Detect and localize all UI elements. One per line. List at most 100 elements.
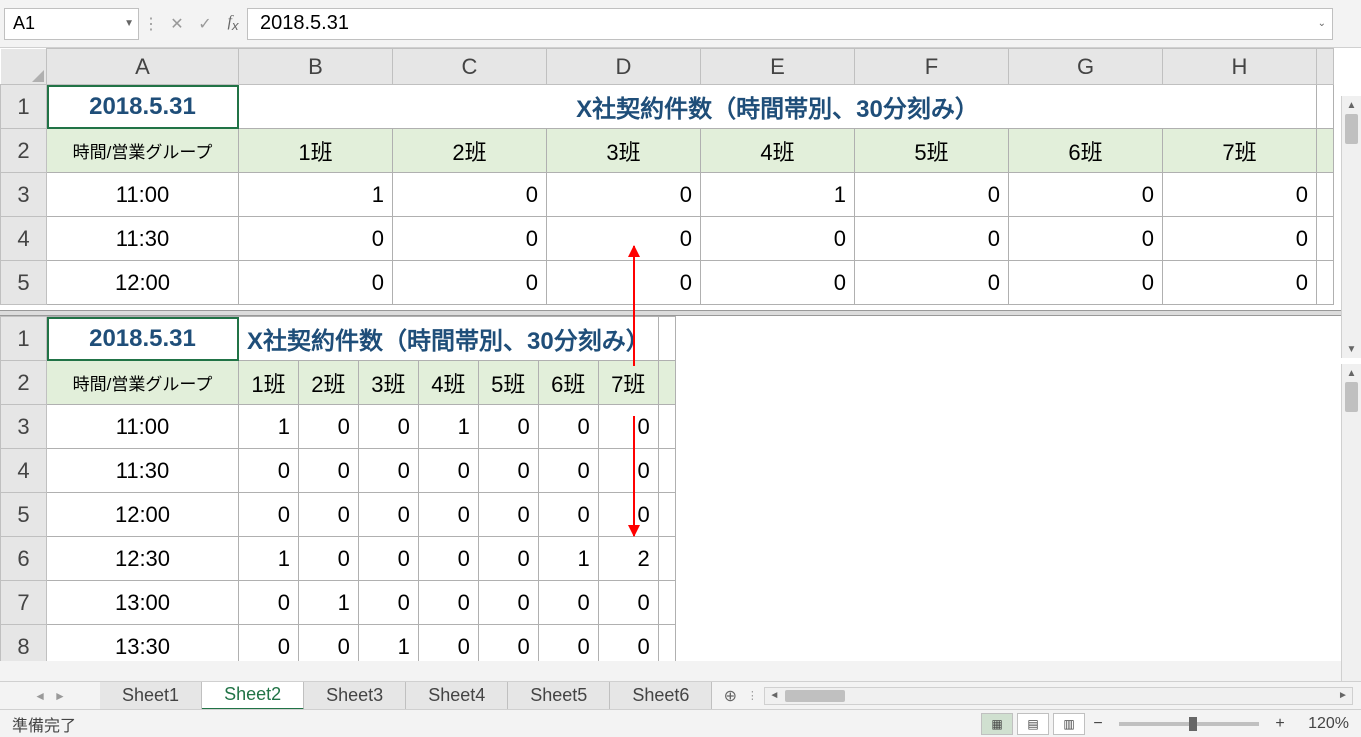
column-header[interactable]: H <box>1163 49 1317 85</box>
column-label-cell[interactable]: 4班 <box>418 361 478 405</box>
column-label-cell[interactable]: 6班 <box>538 361 598 405</box>
cell[interactable] <box>1317 217 1334 261</box>
cell[interactable] <box>658 361 675 405</box>
grid-pane-top[interactable]: ABCDEFGH12018.5.31X社契約件数（時間帯別、30分刻み）2時間/… <box>0 48 1361 310</box>
cell[interactable] <box>658 493 675 537</box>
column-label-cell[interactable]: 1班 <box>239 361 299 405</box>
data-cell[interactable]: 0 <box>358 581 418 625</box>
scroll-thumb[interactable] <box>785 690 845 702</box>
data-cell[interactable]: 0 <box>1163 173 1317 217</box>
column-label-cell[interactable]: 時間/営業グループ <box>47 129 239 173</box>
scroll-up-icon[interactable]: ▲ <box>1342 364 1361 382</box>
data-cell[interactable]: 0 <box>547 261 701 305</box>
column-label-cell[interactable]: 5班 <box>478 361 538 405</box>
sheet-tab[interactable]: Sheet4 <box>406 682 508 710</box>
data-cell[interactable]: 0 <box>1009 261 1163 305</box>
row-header[interactable]: 5 <box>1 493 47 537</box>
zoom-handle[interactable] <box>1189 717 1197 731</box>
column-label-cell[interactable]: 4班 <box>701 129 855 173</box>
data-cell[interactable]: 1 <box>298 581 358 625</box>
zoom-out-button[interactable]: − <box>1089 715 1107 733</box>
zoom-in-button[interactable]: + <box>1271 715 1289 733</box>
data-cell[interactable]: 0 <box>298 405 358 449</box>
column-label-cell[interactable]: 3班 <box>547 129 701 173</box>
data-cell[interactable]: 0 <box>701 217 855 261</box>
scroll-down-icon[interactable]: ▼ <box>1342 340 1361 358</box>
time-cell[interactable]: 13:00 <box>47 581 239 625</box>
column-label-cell[interactable]: 7班 <box>598 361 658 405</box>
data-cell[interactable]: 0 <box>478 581 538 625</box>
sheet-tab[interactable]: Sheet2 <box>202 682 304 710</box>
data-cell[interactable]: 1 <box>239 537 299 581</box>
data-cell[interactable]: 0 <box>239 581 299 625</box>
confirm-icon[interactable]: ✓ <box>191 10 219 38</box>
row-header[interactable]: 5 <box>1 261 47 305</box>
column-header[interactable] <box>1317 49 1334 85</box>
view-normal-button[interactable]: ▦ <box>981 713 1013 735</box>
chevron-down-icon[interactable]: ▼ <box>124 18 134 29</box>
data-cell[interactable]: 0 <box>538 405 598 449</box>
data-cell[interactable]: 1 <box>239 405 299 449</box>
time-cell[interactable]: 12:30 <box>47 537 239 581</box>
view-page-break-button[interactable]: ▥ <box>1053 713 1085 735</box>
data-cell[interactable]: 0 <box>598 405 658 449</box>
cell[interactable] <box>1317 261 1334 305</box>
sheet-tab[interactable]: Sheet1 <box>100 682 202 710</box>
cell[interactable] <box>658 625 675 662</box>
data-cell[interactable]: 0 <box>239 493 299 537</box>
tab-prev-icon[interactable]: ◄ <box>34 689 46 703</box>
time-cell[interactable]: 13:30 <box>47 625 239 662</box>
column-header[interactable]: G <box>1009 49 1163 85</box>
data-cell[interactable]: 0 <box>538 449 598 493</box>
data-cell[interactable]: 0 <box>478 405 538 449</box>
data-cell[interactable]: 0 <box>298 493 358 537</box>
data-cell[interactable]: 0 <box>418 449 478 493</box>
view-page-layout-button[interactable]: ▤ <box>1017 713 1049 735</box>
data-cell[interactable]: 0 <box>1163 217 1317 261</box>
fx-icon[interactable]: fx <box>219 10 247 38</box>
cell[interactable] <box>1317 129 1334 173</box>
time-cell[interactable]: 11:00 <box>47 173 239 217</box>
data-cell[interactable]: 0 <box>298 537 358 581</box>
scroll-up-icon[interactable]: ▲ <box>1342 96 1361 114</box>
column-header[interactable]: C <box>393 49 547 85</box>
data-cell[interactable]: 1 <box>538 537 598 581</box>
sheet-tab[interactable]: Sheet6 <box>610 682 712 710</box>
data-cell[interactable]: 0 <box>1009 217 1163 261</box>
row-header[interactable]: 2 <box>1 129 47 173</box>
row-header[interactable]: 6 <box>1 537 47 581</box>
cell[interactable] <box>1317 85 1334 129</box>
row-header[interactable]: 1 <box>1 85 47 129</box>
data-cell[interactable]: 0 <box>358 449 418 493</box>
cell[interactable] <box>658 317 675 361</box>
data-cell[interactable]: 0 <box>855 173 1009 217</box>
column-header[interactable]: F <box>855 49 1009 85</box>
title-main-cell[interactable]: X社契約件数（時間帯別、30分刻み） <box>239 317 659 361</box>
data-cell[interactable]: 0 <box>598 449 658 493</box>
data-cell[interactable]: 0 <box>418 537 478 581</box>
row-header[interactable]: 8 <box>1 625 47 662</box>
column-label-cell[interactable]: 2班 <box>298 361 358 405</box>
time-cell[interactable]: 12:00 <box>47 261 239 305</box>
data-cell[interactable]: 0 <box>478 625 538 662</box>
data-cell[interactable]: 0 <box>701 261 855 305</box>
data-cell[interactable]: 1 <box>239 173 393 217</box>
column-label-cell[interactable]: 2班 <box>393 129 547 173</box>
zoom-slider[interactable] <box>1119 722 1259 726</box>
column-label-cell[interactable]: 3班 <box>358 361 418 405</box>
cell[interactable] <box>658 537 675 581</box>
name-box[interactable]: A1 ▼ <box>4 8 139 40</box>
tab-nav[interactable]: ◄ ► <box>0 689 100 703</box>
data-cell[interactable]: 0 <box>239 261 393 305</box>
data-cell[interactable]: 0 <box>393 261 547 305</box>
vertical-scrollbar-top[interactable]: ▲ ▼ <box>1341 96 1361 358</box>
data-cell[interactable]: 0 <box>855 261 1009 305</box>
data-cell[interactable]: 0 <box>298 625 358 662</box>
data-cell[interactable]: 0 <box>478 449 538 493</box>
expand-formula-icon[interactable]: ⌄ <box>1318 18 1326 29</box>
column-header[interactable]: E <box>701 49 855 85</box>
row-header[interactable]: 1 <box>1 317 47 361</box>
title-date-cell[interactable]: 2018.5.31 <box>47 85 239 129</box>
sheet-tab[interactable]: Sheet3 <box>304 682 406 710</box>
row-header[interactable]: 4 <box>1 217 47 261</box>
